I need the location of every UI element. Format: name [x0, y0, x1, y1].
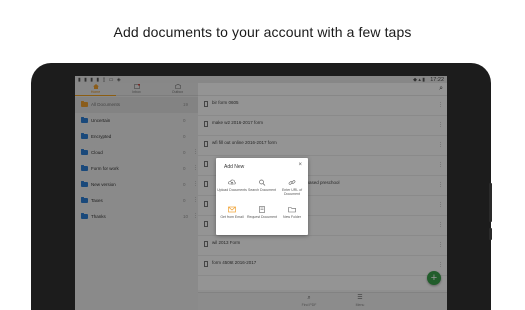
close-icon[interactable]: × [298, 162, 302, 168]
search-document-option[interactable]: Search Document [247, 179, 277, 192]
option-label: Get from Email [220, 215, 244, 219]
request-icon [259, 206, 265, 213]
request-document-option[interactable]: Request Document [247, 206, 277, 219]
option-label: Upload Documents [217, 188, 247, 192]
folder-icon [288, 207, 296, 213]
add-new-dialog: Add New × Upload Documents Search Docume… [216, 158, 308, 235]
new-folder-option[interactable]: New Folder [277, 206, 307, 219]
link-icon [288, 180, 296, 185]
get-from-email-option[interactable]: Get from Email [217, 206, 247, 219]
enter-url-option[interactable]: Enter URL of Document [277, 179, 307, 196]
headline: Add documents to your account with a few… [113, 24, 412, 40]
option-label: Request Document [247, 215, 277, 219]
search-icon [259, 179, 266, 186]
tablet-screen: ▮ ▮ ▮ ▮ ▯ ▭ ◈ ◆ ▴ ▮ 17:22 Home Inbox Out… [75, 76, 447, 310]
option-label: New Folder [283, 215, 301, 219]
upload-documents-option[interactable]: Upload Documents [217, 179, 247, 192]
tablet-volume-up-button [489, 210, 492, 222]
option-label: Enter URL of Document [281, 188, 303, 196]
option-label: Search Document [247, 188, 276, 192]
dialog-title: Add New [224, 164, 245, 170]
page: Add documents to your account with a few… [0, 0, 525, 310]
tablet-volume-down-button [489, 228, 492, 240]
upload-icon [228, 179, 236, 185]
email-icon [228, 206, 236, 213]
